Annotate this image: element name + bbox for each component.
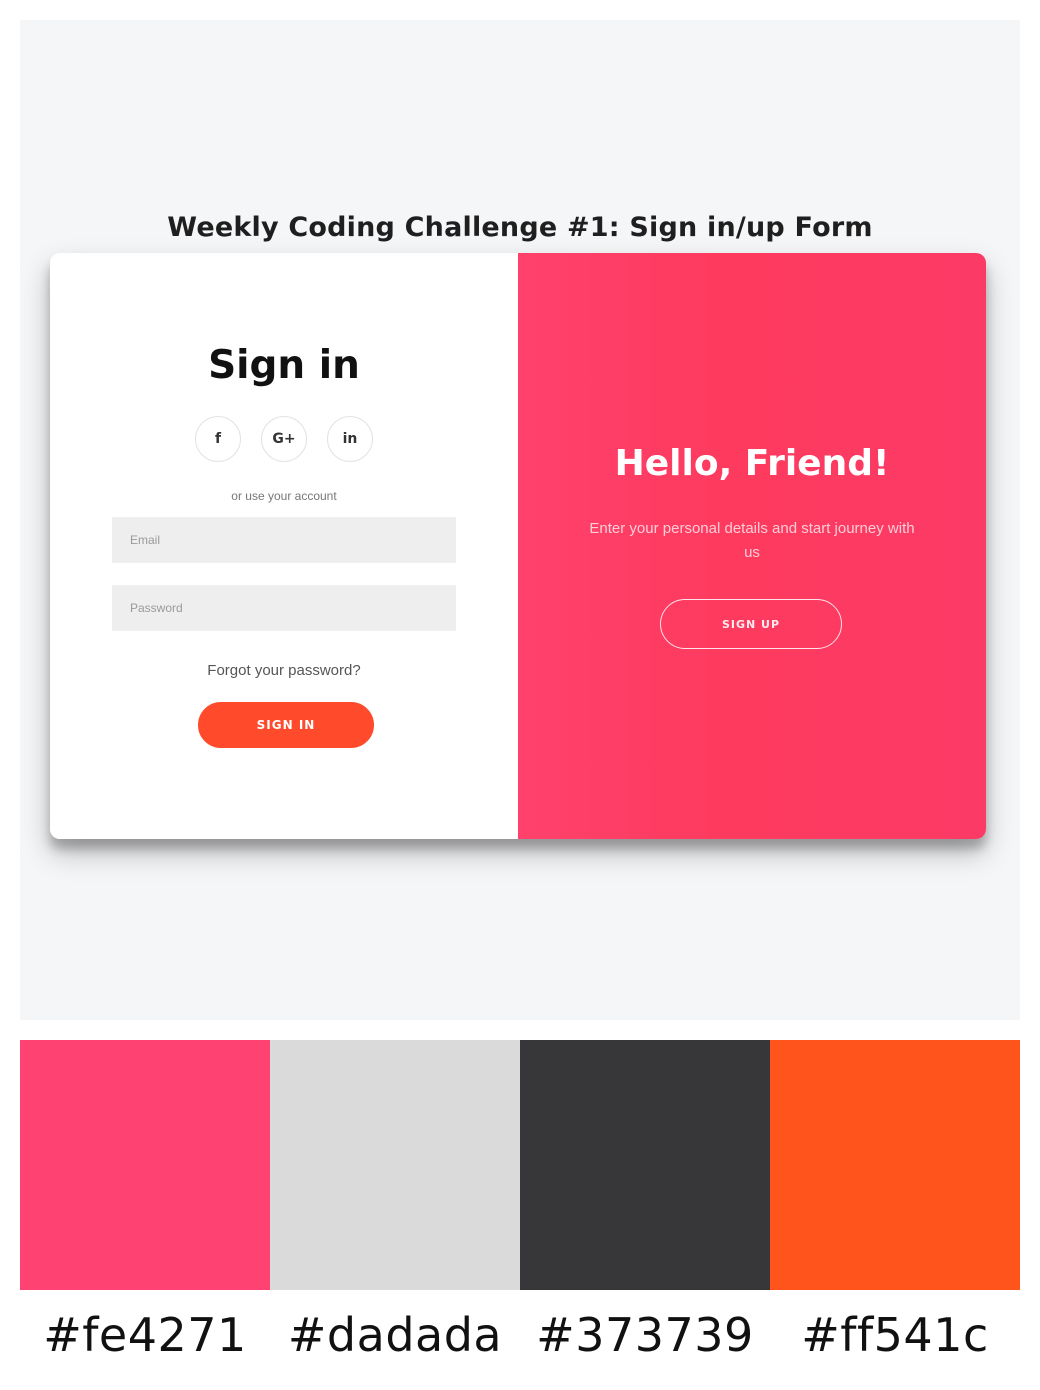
forgot-password-link[interactable]: Forgot your password? (50, 662, 518, 679)
facebook-icon: f (214, 431, 222, 447)
social-buttons: f G+ in (50, 416, 518, 462)
palette-swatch (270, 1040, 520, 1290)
palette-label: #373739 (536, 1308, 754, 1362)
sign-in-button[interactable]: SIGN IN (198, 702, 374, 748)
palette-swatch (520, 1040, 770, 1290)
linkedin-icon: in (342, 431, 358, 447)
color-palette (20, 1040, 1020, 1290)
palette-labels: #fe4271 #dadada #373739 #ff541c (20, 1308, 1020, 1362)
overlay-text: Enter your personal details and start jo… (589, 520, 915, 561)
email-field[interactable] (112, 517, 456, 563)
facebook-button[interactable]: f (195, 416, 241, 462)
password-field[interactable] (112, 585, 456, 631)
overlay-panel: Hello, Friend! Enter your personal detai… (518, 253, 986, 839)
palette-label: #ff541c (801, 1308, 989, 1362)
palette-swatch (770, 1040, 1020, 1290)
palette-label: #fe4271 (43, 1308, 247, 1362)
google-plus-icon: G+ (272, 431, 296, 447)
sign-in-panel: Sign in f G+ in or use your account Forg… (50, 253, 518, 839)
sign-up-button[interactable]: SIGN UP (660, 599, 842, 649)
linkedin-button[interactable]: in (327, 416, 373, 462)
ui-screenshot: Weekly Coding Challenge #1: Sign in/up F… (20, 20, 1020, 1020)
palette-label: #dadada (287, 1308, 503, 1362)
sign-in-title: Sign in (208, 343, 360, 388)
google-plus-button[interactable]: G+ (261, 416, 307, 462)
page-title: Weekly Coding Challenge #1: Sign in/up F… (167, 212, 873, 243)
sign-in-card: Sign in f G+ in or use your account Forg… (50, 253, 986, 839)
palette-swatch (20, 1040, 270, 1290)
overlay-title: Hello, Friend! (614, 443, 890, 484)
account-hint: or use your account (231, 489, 337, 503)
